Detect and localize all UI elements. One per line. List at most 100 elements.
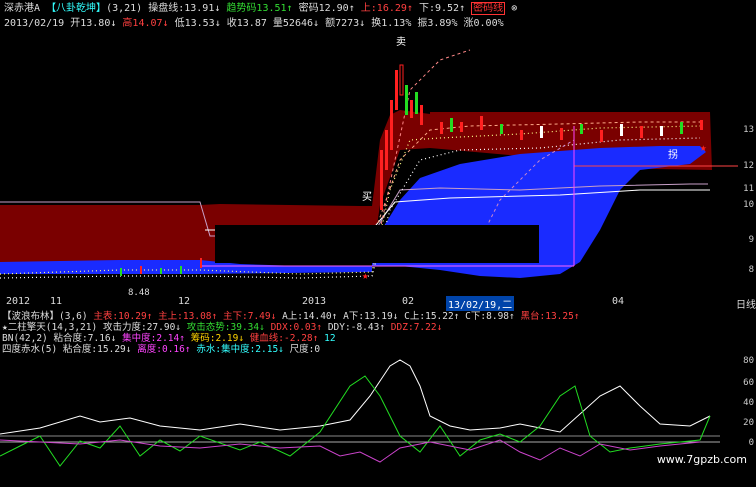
readout-label: 振 [417, 18, 428, 29]
indicator-title[interactable]: ★二柱擎天 [2, 322, 46, 333]
readout-field: 趋势码13.51↑ [226, 3, 292, 14]
date-tick: 12 [178, 296, 191, 307]
readout-label: C下: [465, 311, 487, 322]
readout-field: 黑台:13.25↑ [520, 311, 579, 322]
readout-value: 3.89% [427, 18, 458, 29]
readout-field: 筹码:2.19↓ [191, 333, 244, 344]
indicator-line-2: ★二柱擎天(14,3,21) 攻击力度:27.90 ↓ 攻击态势:39.34↓ D… [2, 322, 442, 333]
readout-label: 赤水: [196, 344, 222, 355]
readout-value: 0.03 [293, 322, 317, 333]
readout-field: 主表:10.29↑ [93, 311, 152, 322]
indicator-title[interactable]: 四度赤水 [2, 344, 40, 355]
readout-value: 27.90 [146, 322, 176, 333]
readout-field: 主上:13.08↑ [158, 311, 217, 322]
buy-signal-label: 买 [362, 192, 372, 203]
readout-field: 操盘线:13.91↓ [148, 3, 220, 14]
readout-field: 12 [324, 333, 335, 344]
date-tick: 04 [612, 296, 625, 307]
stock-name[interactable]: 深赤港A [4, 3, 40, 14]
readout-field: 主下:7.49↓ [223, 311, 276, 322]
readout-label: 下: [418, 3, 435, 14]
readout-arrow: ↓ [313, 18, 320, 29]
readout-field: 收13.87 [227, 18, 267, 29]
readout-value: 12.90 [318, 3, 349, 14]
readout-label: 涨 [463, 18, 474, 29]
readout-label: 粘合度: [62, 344, 98, 355]
readout-field: C上:15.22↑ [404, 311, 459, 322]
readout-field: 离度:0.16↑ [137, 344, 190, 355]
readout-label: 额 [325, 18, 336, 29]
readout-field: 密码12.90↑ [299, 3, 355, 14]
readout-field: 攻击态势:39.34↓ [187, 322, 265, 333]
readout-label: 密码 [298, 3, 319, 14]
readout-arrow: ↓ [259, 322, 265, 333]
header-line-1: 深赤港A 【八卦乾坤】(3,21) 操盘线:13.91↓ 趋势码13.51↑ 密… [4, 2, 517, 15]
readout-label: 攻击态势: [186, 322, 231, 333]
readout-value: 15.29 [97, 344, 126, 355]
readout-label: C上: [404, 311, 426, 322]
readout-arrow: ↑ [348, 3, 355, 14]
indicator-line-1: 【波浪布林】(3,6) 主表:10.29↑ 主上:13.08↑ 主下:7.49↓… [2, 311, 580, 322]
readout-arrow: ↓ [214, 18, 221, 29]
header-badge: 密码线 [471, 2, 506, 15]
readout-label: 主下: [222, 311, 248, 322]
readout-value: 0 [314, 344, 321, 355]
indicator-line-3: BN(42,2) 粘合度:7.16↓ 集中度:2.14↑ 筹码:2.19↓ 健血… [2, 333, 336, 344]
readout-value: 13.80 [80, 18, 111, 29]
indicator-params: (3,21) [106, 3, 143, 14]
readout-arrow: ↑ [509, 311, 515, 322]
indicator-title[interactable]: 【波浪布林】 [2, 311, 59, 322]
star-marker-1: ★ [362, 269, 369, 282]
readout-field: DDZ:7.22↓ [391, 322, 443, 333]
readout-field: 健血线:-2.28↑ [250, 333, 319, 344]
readout-field: A上:14.40↑ [282, 311, 337, 322]
watermark: www.7gpzb.com [653, 452, 750, 467]
indicator-params: (3,6) [59, 311, 88, 322]
readout-label: 粘合度: [53, 333, 88, 344]
readout-field: 换1.13% [371, 18, 411, 29]
sell-signal-label: 卖 [396, 37, 406, 48]
readout-label: 离度: [137, 344, 162, 355]
readout-field: 量52646↓ [273, 18, 319, 29]
readout-field: 振3.89% [417, 18, 457, 29]
readout-arrow: ↑ [459, 3, 466, 14]
indicator-title[interactable]: BN [2, 333, 13, 344]
readout-arrow: ↓ [125, 344, 132, 355]
readout-value: 13.87 [236, 18, 267, 29]
readout-arrow: ↑ [146, 311, 153, 322]
close-icon[interactable]: ⊗ [511, 3, 517, 14]
price-tick: 11 [743, 184, 754, 194]
redaction-block [215, 225, 539, 263]
readout-value: 7273 [335, 18, 360, 29]
readout-value: 10.29 [118, 311, 147, 322]
readout-value: 13.08 [182, 311, 212, 322]
readout-value: 1.13% [381, 18, 412, 29]
readout-value: 13.25 [545, 311, 574, 322]
osc-white-line [0, 359, 711, 435]
osc-tick: 20 [743, 418, 754, 428]
date-tick: 02 [402, 296, 415, 307]
readout-field: 粘合度:7.16↓ [54, 333, 117, 344]
indicator-name[interactable]: 【八卦乾坤】 [46, 3, 106, 14]
readout-label: DDZ: [390, 322, 414, 333]
readout-field: 赤水:集中度:2.15↓ [196, 344, 284, 355]
readout-label: A下: [343, 311, 365, 322]
readout-label: 攻击力度: [102, 322, 147, 333]
period-label[interactable]: 日线 [736, 296, 756, 311]
indicator-params: (14,3,21) [45, 322, 98, 333]
oscillator-chart[interactable] [0, 356, 738, 471]
readout-field: 低13.53↓ [175, 18, 221, 29]
indicator-line-4: 四度赤水(5) 粘合度:15.29↓ 离度:0.16↑ 赤水:集中度:2.15↓… [2, 344, 320, 355]
osc-tick: 60 [743, 378, 754, 388]
readout-arrow: ↑ [406, 3, 413, 14]
readout-value: 9.52 [435, 3, 460, 14]
osc-tick: 40 [743, 398, 754, 408]
osc-tick: 0 [748, 438, 754, 448]
readout-value: 0.16 [161, 344, 185, 355]
cursor-date: 13/02/19,二 [446, 296, 515, 311]
readout-arrow: ↑ [453, 311, 460, 322]
readout-arrow: ↑ [184, 344, 191, 355]
readout-arrow: ↓ [392, 311, 399, 322]
price-tick: 13 [743, 125, 754, 135]
readout-field: DDX:0.03↑ [271, 322, 323, 333]
